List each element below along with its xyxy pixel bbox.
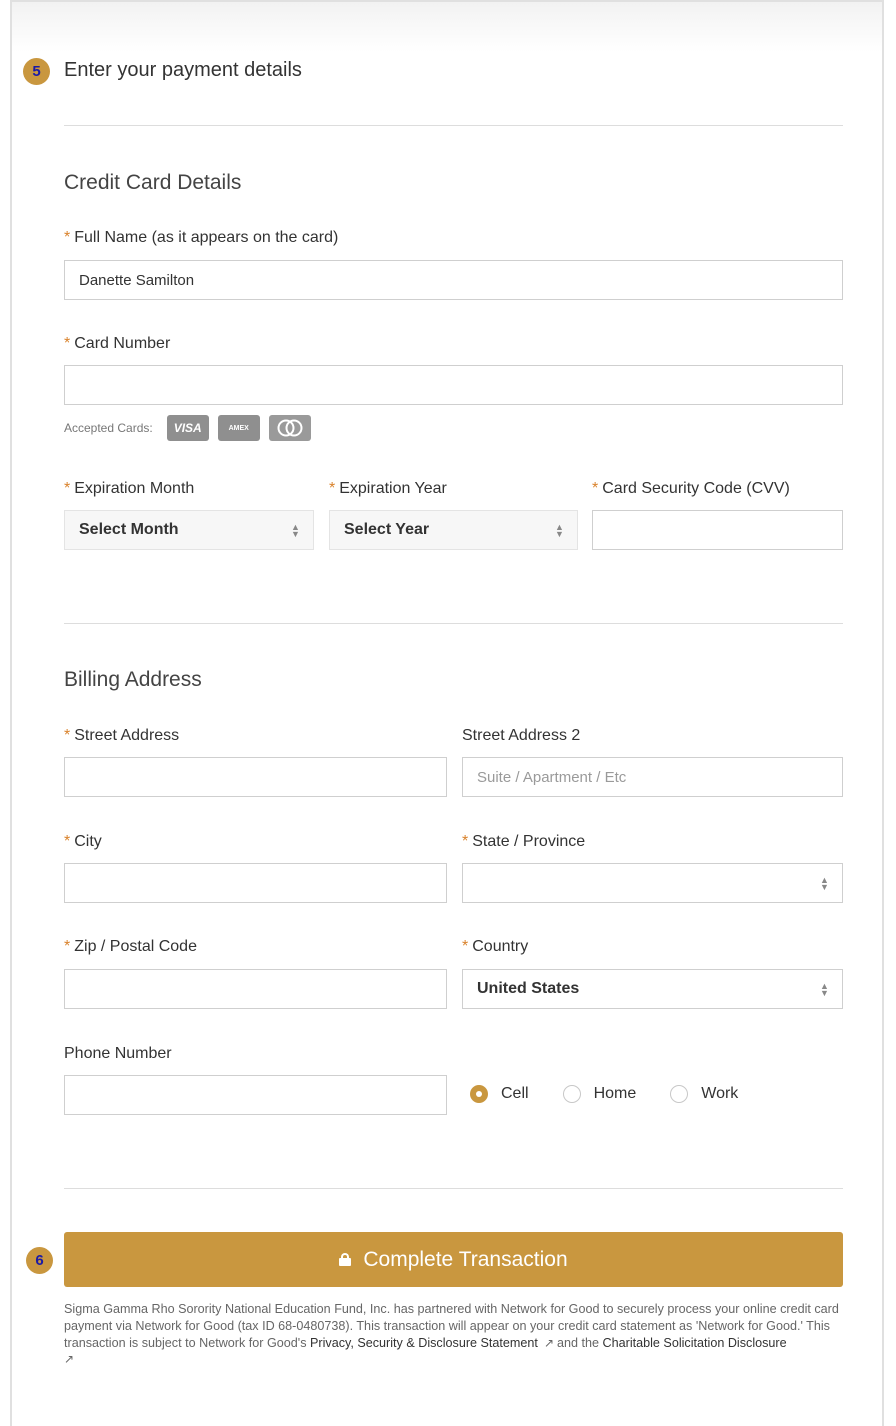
select-caret-icon: ▲ ▼ [820,875,829,892]
state-label: * State / Province [462,833,586,850]
street-address-label: * Street Address [64,727,180,744]
street-address-input[interactable] [64,757,447,797]
card-number-input[interactable] [64,365,843,405]
page-title: Enter your payment details [64,59,302,81]
divider [64,623,843,624]
external-link-icon[interactable]: ↗ [64,1352,74,1366]
card-number-label: * Card Number [64,335,171,352]
city-input[interactable] [64,863,447,903]
amex-card-icon: AMEX [217,415,260,441]
phone-type-cell[interactable]: Cell [470,1085,529,1103]
full-name-label: * Full Name (as it appears on the card) [64,229,339,246]
full-name-input[interactable]: Danette Samilton [64,260,843,300]
credit-card-heading: Credit Card Details [64,171,242,194]
visa-card-icon: VISA [166,415,209,441]
exp-month-label: * Expiration Month [64,480,195,497]
zip-label: * Zip / Postal Code [64,938,197,955]
phone-type-work[interactable]: Work [670,1085,738,1103]
privacy-statement-link[interactable]: Privacy, Security & Disclosure Statement [310,1336,538,1350]
disclaimer: Sigma Gamma Rho Sorority National Educat… [64,1302,839,1367]
phone-type-home[interactable]: Home [562,1085,636,1103]
radio-button[interactable] [670,1085,689,1103]
street-address-2-label: Street Address 2 [462,727,581,744]
exp-month-select[interactable]: Select Month ▲ ▼ [64,510,314,550]
accepted-cards: Accepted Cards: VISA AMEX [64,415,311,441]
phone-input[interactable] [64,1075,447,1115]
complete-transaction-button[interactable]: Complete Transaction [64,1232,843,1287]
city-label: * City [64,833,102,850]
divider [64,125,843,126]
exp-year-select[interactable]: Select Year ▲ ▼ [329,510,578,550]
exp-year-label: * Expiration Year [329,480,447,497]
radio-button[interactable] [470,1085,488,1103]
cvv-input[interactable] [592,510,843,550]
select-caret-icon: ▲ ▼ [555,522,564,539]
divider [64,1188,843,1189]
radio-button[interactable] [562,1085,581,1103]
step-badge: 6 [26,1247,53,1274]
country-label: * Country [462,938,529,955]
accepted-cards-label: Accepted Cards: [64,421,153,435]
country-select[interactable]: United States ▲ ▼ [462,969,843,1009]
state-select[interactable]: ▲ ▼ [462,863,843,903]
payment-panel [10,0,884,1426]
select-caret-icon: ▲ ▼ [820,981,829,998]
phone-label: Phone Number [64,1045,172,1062]
step-badge: 5 [23,58,50,85]
street-address-2-input[interactable]: Suite / Apartment / Etc [462,757,843,797]
select-caret-icon: ▲ ▼ [291,522,300,539]
external-link-icon[interactable]: ↗ [544,1336,554,1350]
mastercard-icon [268,415,311,441]
lock-icon [339,1253,352,1266]
billing-heading: Billing Address [64,668,202,691]
charitable-disclosure-link[interactable]: Charitable Solicitation Disclosure [603,1336,787,1350]
phone-type-group: Cell Home Work [470,1085,772,1103]
cvv-label: * Card Security Code (CVV) [592,480,790,497]
zip-input[interactable] [64,969,447,1009]
